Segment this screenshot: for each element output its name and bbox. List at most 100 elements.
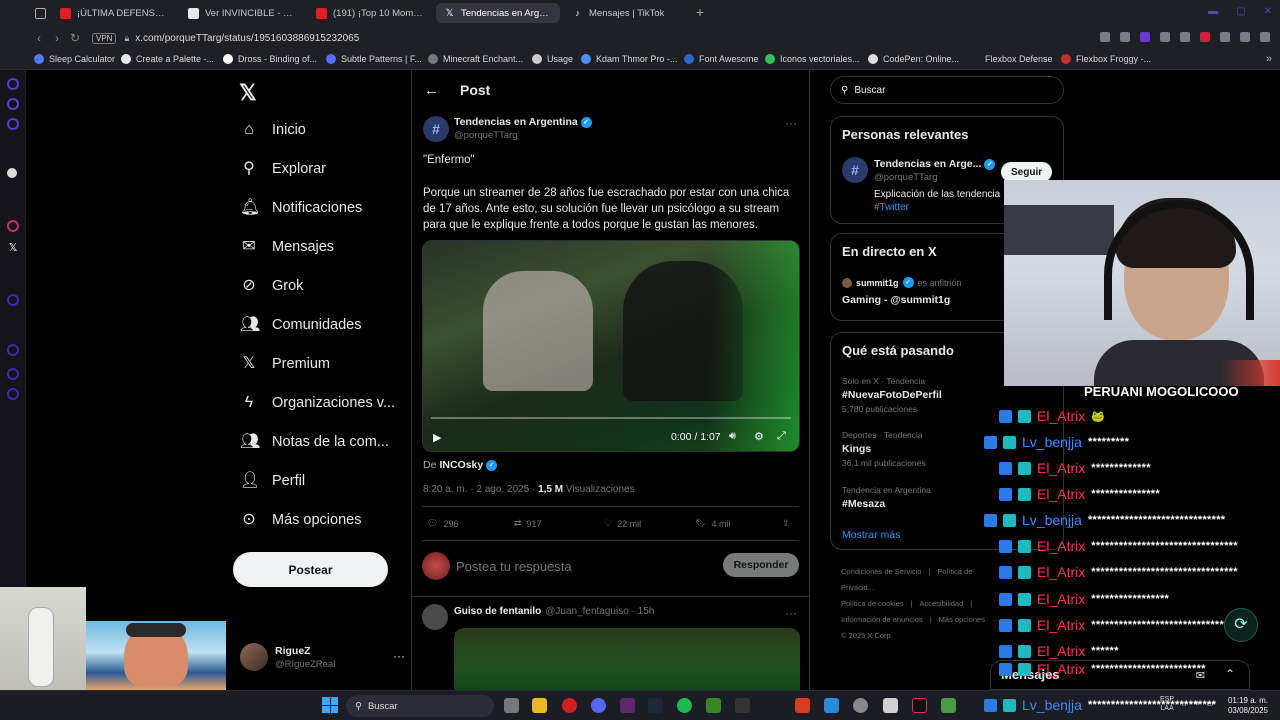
vscode-icon[interactable] [824, 698, 839, 713]
bookmark-item[interactable]: CodePen: Online... [868, 54, 959, 64]
steam-icon[interactable] [648, 698, 663, 713]
nav-item-organizaciones[interactable]: ϟ Organizaciones v... [240, 394, 395, 412]
app-icon[interactable] [941, 698, 956, 713]
search-box[interactable]: ⚲ [830, 76, 1064, 104]
footer-link[interactable]: Más opciones [939, 615, 985, 624]
bookmark-item[interactable]: Iconos vectoriales... [765, 54, 860, 64]
minecraft-icon[interactable] [706, 698, 721, 713]
bookmark-item[interactable]: Sleep Calculator [34, 54, 115, 64]
like-action[interactable]: ♡ 22 mil [604, 518, 641, 529]
download-icon[interactable] [1240, 32, 1250, 42]
extension-icon[interactable] [1220, 32, 1230, 42]
task-view-icon[interactable] [504, 698, 519, 713]
sidebar-app-icon[interactable] [7, 388, 19, 400]
sidebar-app-icon[interactable] [7, 344, 19, 356]
author-name[interactable]: Tendencias en Argentina ✓ [454, 116, 592, 128]
instagram-icon[interactable] [7, 220, 19, 232]
play-icon[interactable]: ▶ [433, 431, 441, 444]
minimize-icon[interactable]: ▬ [1208, 6, 1218, 17]
footer-link[interactable]: Accesibilidad [920, 599, 964, 608]
reply-button[interactable]: Responder [723, 553, 799, 577]
avatar[interactable]: # [842, 157, 868, 183]
menu-icon[interactable] [1260, 32, 1270, 42]
search-input[interactable] [854, 84, 1045, 96]
author-handle[interactable]: @porqueTTarg [454, 130, 518, 141]
footer-link[interactable]: Condiciones de Servicio [841, 567, 921, 576]
nav-item-premium[interactable]: 𝕏 Premium [240, 355, 330, 373]
more-icon[interactable]: ··· [393, 649, 405, 663]
sidebar-app-icon[interactable] [7, 98, 19, 110]
opera-icon[interactable] [562, 698, 577, 713]
taskbar-search[interactable]: ⚲ Buscar [346, 695, 494, 717]
bookmark-item[interactable]: Kdam Thmor Pro -... [581, 54, 677, 64]
hashtag-link[interactable]: #Twitter [874, 202, 909, 213]
tab-5[interactable]: ♪ Mensajes | TikTok [564, 3, 684, 23]
new-tab-button[interactable]: + [693, 5, 707, 19]
live-title[interactable]: Gaming - @summit1g [842, 294, 950, 306]
fullscreen-icon[interactable]: ⤢ [777, 430, 786, 443]
more-icon[interactable]: ··· [785, 116, 797, 130]
app-icon[interactable] [795, 698, 810, 713]
tab-2[interactable]: Ver INVINCIBLE - Tempo... [180, 3, 305, 23]
bookmark-item[interactable]: Usage [532, 54, 573, 64]
spotify-icon[interactable] [677, 698, 692, 713]
avatar[interactable]: # [423, 116, 449, 142]
sidebar-app-icon[interactable] [7, 118, 19, 130]
nav-item-notas[interactable]: 👥︎ Notas de la com... [240, 433, 389, 451]
heart-icon[interactable] [1180, 32, 1190, 42]
source-user-link[interactable]: INCOsky [439, 459, 483, 471]
extension-icon[interactable] [1120, 32, 1130, 42]
footer-link[interactable]: Política de cookies [841, 599, 904, 608]
tiktok-icon[interactable] [912, 698, 927, 713]
trend-item[interactable]: Solo en X · Tendencia #NuevaFotoDePerfil 5… [842, 376, 942, 414]
x-logo-icon[interactable]: 𝕏 [7, 242, 19, 254]
more-icon[interactable]: ··· [785, 606, 797, 620]
settings-gear-icon[interactable]: ⚙ [754, 430, 764, 443]
reload-icon[interactable]: ↻ [66, 31, 84, 45]
nav-item-mensajes[interactable]: ✉ Mensajes [240, 238, 334, 256]
sidebar-app-icon[interactable] [7, 78, 19, 90]
extension-icon[interactable] [1100, 32, 1110, 42]
tab-overview-button[interactable] [30, 3, 52, 23]
bookmark-item[interactable]: Create a Palette -... [121, 54, 214, 64]
nav-item-mas-opciones[interactable]: ⊙ Más opciones [240, 511, 361, 529]
file-explorer-icon[interactable] [532, 698, 547, 713]
headphones-icon[interactable] [883, 698, 898, 713]
trend-item[interactable]: Deportes · Tendencia Kings 36,1 mil public… [842, 430, 926, 468]
nav-item-inicio[interactable]: ⌂ Inicio [240, 121, 306, 139]
repost-action[interactable]: ⇄ 917 [514, 518, 542, 529]
live-host[interactable]: summit1g ✓ es anfitrión [842, 277, 962, 288]
tab-3[interactable]: (191) ¡Top 10 Momentos d... [308, 3, 433, 23]
app-icon[interactable] [620, 698, 635, 713]
volume-icon[interactable]: 🔊︎ [729, 430, 736, 443]
share-action[interactable]: ⇪ [782, 518, 790, 529]
clock[interactable]: 01:19 a. m. 03/08/2025 [1228, 696, 1268, 716]
play-icon[interactable] [1160, 32, 1170, 42]
bookmark-item[interactable]: Flexbox Defense [970, 54, 1053, 64]
nav-item-notificaciones[interactable]: 🔔︎ Notificaciones [240, 199, 362, 217]
account-name[interactable]: Tendencias en Arge... ✓ [874, 158, 996, 170]
post-button[interactable]: Postear [233, 552, 388, 587]
account-switcher[interactable]: RigueZ @RIgueZReal ··· [240, 643, 405, 673]
extension-icon[interactable] [1140, 32, 1150, 42]
address-bar[interactable]: 🔒︎ x.com/porqueTTarg/status/195160388691… [124, 33, 359, 44]
extension-icon[interactable] [1200, 32, 1210, 42]
video-player[interactable]: ▶ 0:00 / 1:07 🔊︎ ⚙ ⤢ [422, 240, 800, 452]
nav-item-comunidades[interactable]: 👥︎ Comunidades [240, 316, 361, 334]
tab-1[interactable]: ¡ÚLTIMA DEFENSA de Mi... [52, 3, 174, 23]
discord-icon[interactable] [591, 698, 606, 713]
reply-media[interactable] [454, 628, 800, 690]
video-progress-bar[interactable] [431, 417, 791, 419]
nav-item-perfil[interactable]: 👤︎ Perfil [240, 472, 305, 490]
bookmark-item[interactable]: Font Awesome [684, 54, 758, 64]
tab-active[interactable]: 𝕏 Tendencias en Argentina [436, 3, 560, 23]
account-handle[interactable]: @porqueTTarg [874, 172, 938, 183]
back-icon[interactable]: ‹ [30, 31, 48, 45]
post-date[interactable]: 8:20 a. m. · 2 ago. 2025 · [423, 484, 535, 495]
reply-input[interactable] [456, 556, 706, 576]
nav-item-explorar[interactable]: ⚲ Explorar [240, 160, 326, 178]
windows-start-icon[interactable] [322, 697, 338, 713]
bookmark-item[interactable]: Subtle Patterns | F... [326, 54, 422, 64]
bookmark-item[interactable]: Dross - Binding of... [223, 54, 317, 64]
avatar[interactable] [422, 604, 448, 630]
